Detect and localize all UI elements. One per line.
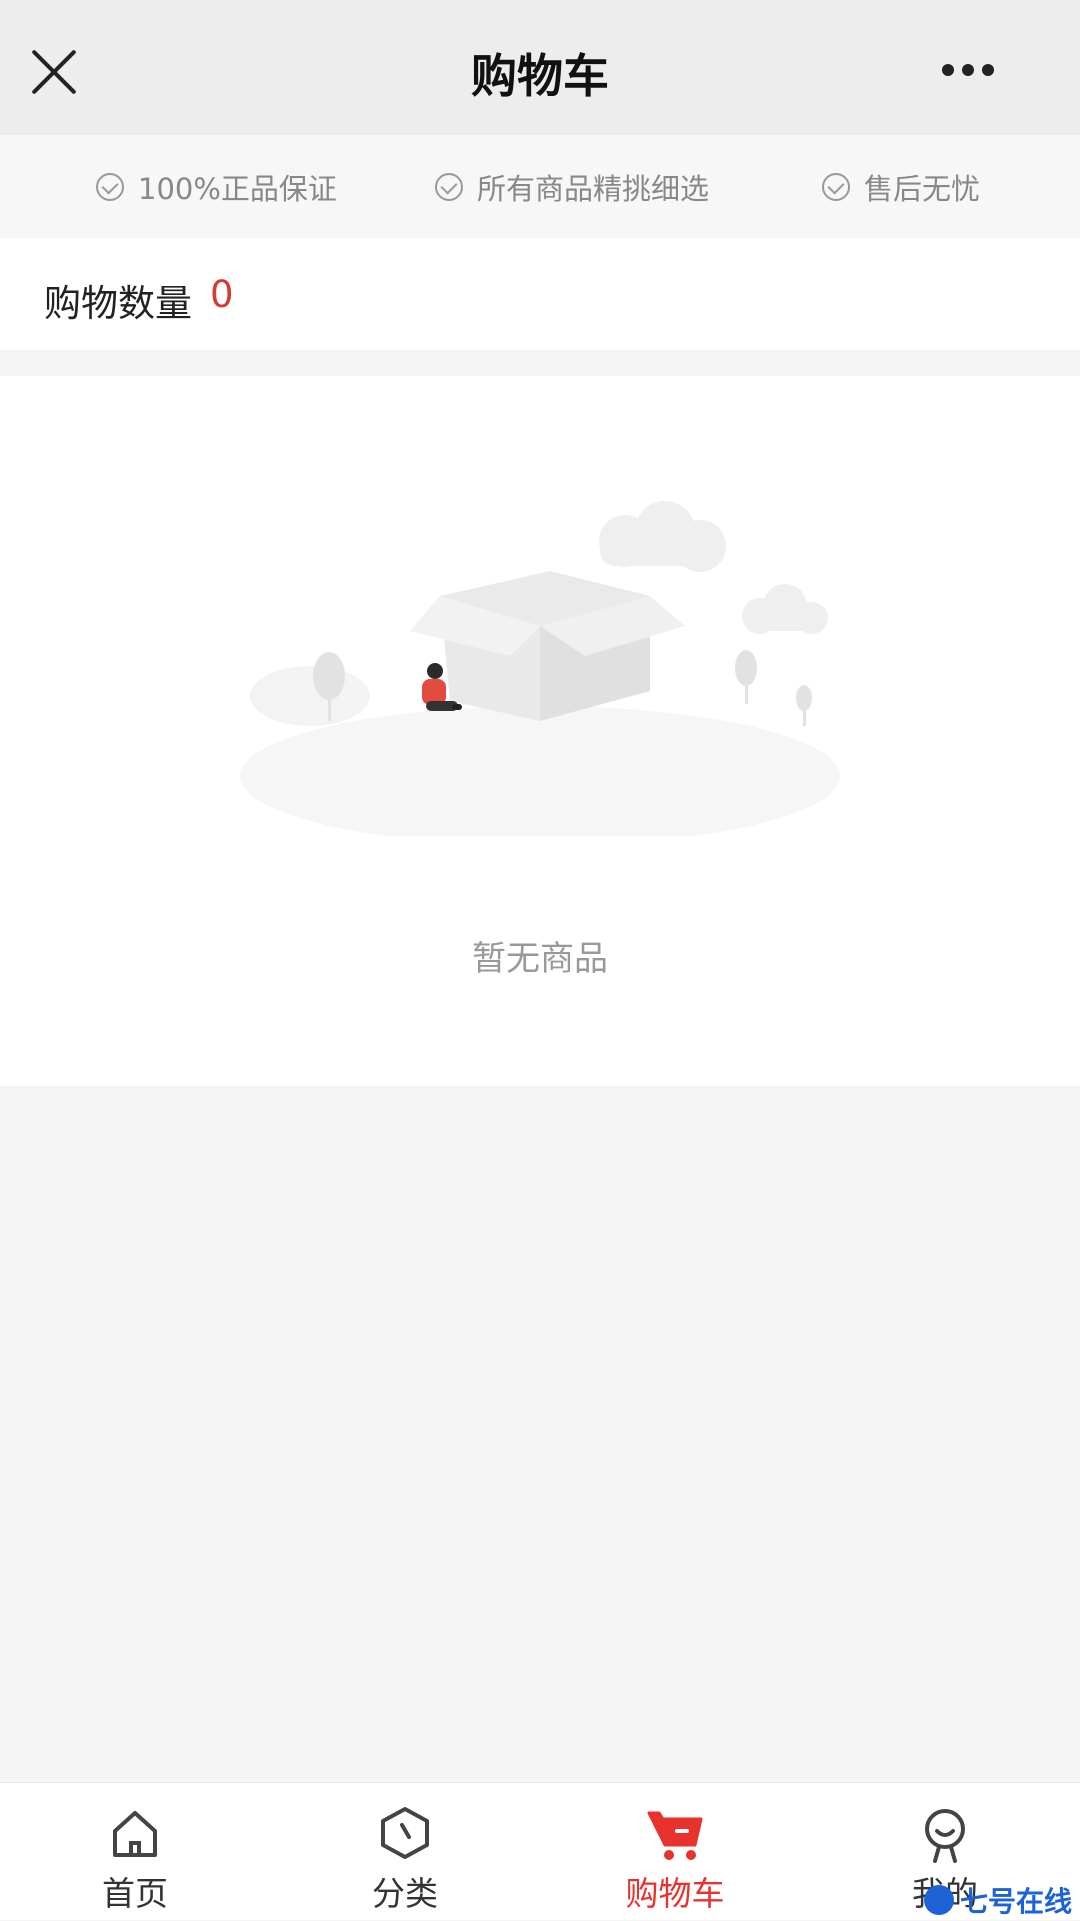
empty-message: 暂无商品: [472, 939, 608, 979]
watermark-logo-icon: [923, 1885, 954, 1915]
guarantee-item: 售后无忧: [822, 167, 980, 207]
dot-icon: [942, 64, 954, 76]
tab-category-label: 分类: [372, 1874, 438, 1913]
tab-cart[interactable]: 购物车: [540, 1783, 810, 1921]
guarantee-item: 100%正品保证: [96, 167, 337, 207]
header-bar: 购物车: [0, 0, 1080, 135]
bottom-tabbar: 首页 分类 购物车 我的: [0, 1782, 1080, 1920]
dot-icon: [982, 64, 994, 76]
watermark-text: 七号在线: [959, 1885, 1072, 1918]
guarantee-label: 所有商品精挑细选: [477, 172, 710, 206]
tab-home[interactable]: 首页: [0, 1783, 270, 1921]
check-circle-icon: [96, 173, 124, 201]
guarantee-item: 所有商品精挑细选: [435, 167, 709, 207]
watermark: 七号在线: [923, 1880, 1072, 1920]
cart-count-row: 购物数量 0: [0, 238, 1080, 350]
tab-category[interactable]: 分类: [270, 1783, 540, 1921]
empty-cart-panel: 暂无商品: [0, 376, 1080, 1086]
home-icon: [113, 1811, 157, 1857]
more-options-button[interactable]: [942, 58, 1032, 82]
cart-icon: [647, 1811, 703, 1860]
check-circle-icon: [822, 173, 850, 201]
cart-count-label: 购物数量: [44, 282, 192, 325]
dot-icon: [962, 64, 974, 76]
guarantee-bar: 100%正品保证 所有商品精挑细选 售后无忧: [0, 135, 1080, 238]
cart-count-value: 0: [210, 273, 234, 316]
empty-box-illustration: [240, 501, 840, 836]
check-circle-icon: [435, 173, 463, 201]
page-title: 购物车: [471, 49, 609, 103]
guarantee-label: 100%正品保证: [138, 172, 337, 206]
profile-icon: [925, 1809, 965, 1863]
tab-cart-label: 购物车: [625, 1874, 725, 1913]
tab-home-label: 首页: [102, 1874, 168, 1913]
guarantee-label: 售后无忧: [864, 172, 981, 206]
category-icon: [381, 1807, 429, 1859]
